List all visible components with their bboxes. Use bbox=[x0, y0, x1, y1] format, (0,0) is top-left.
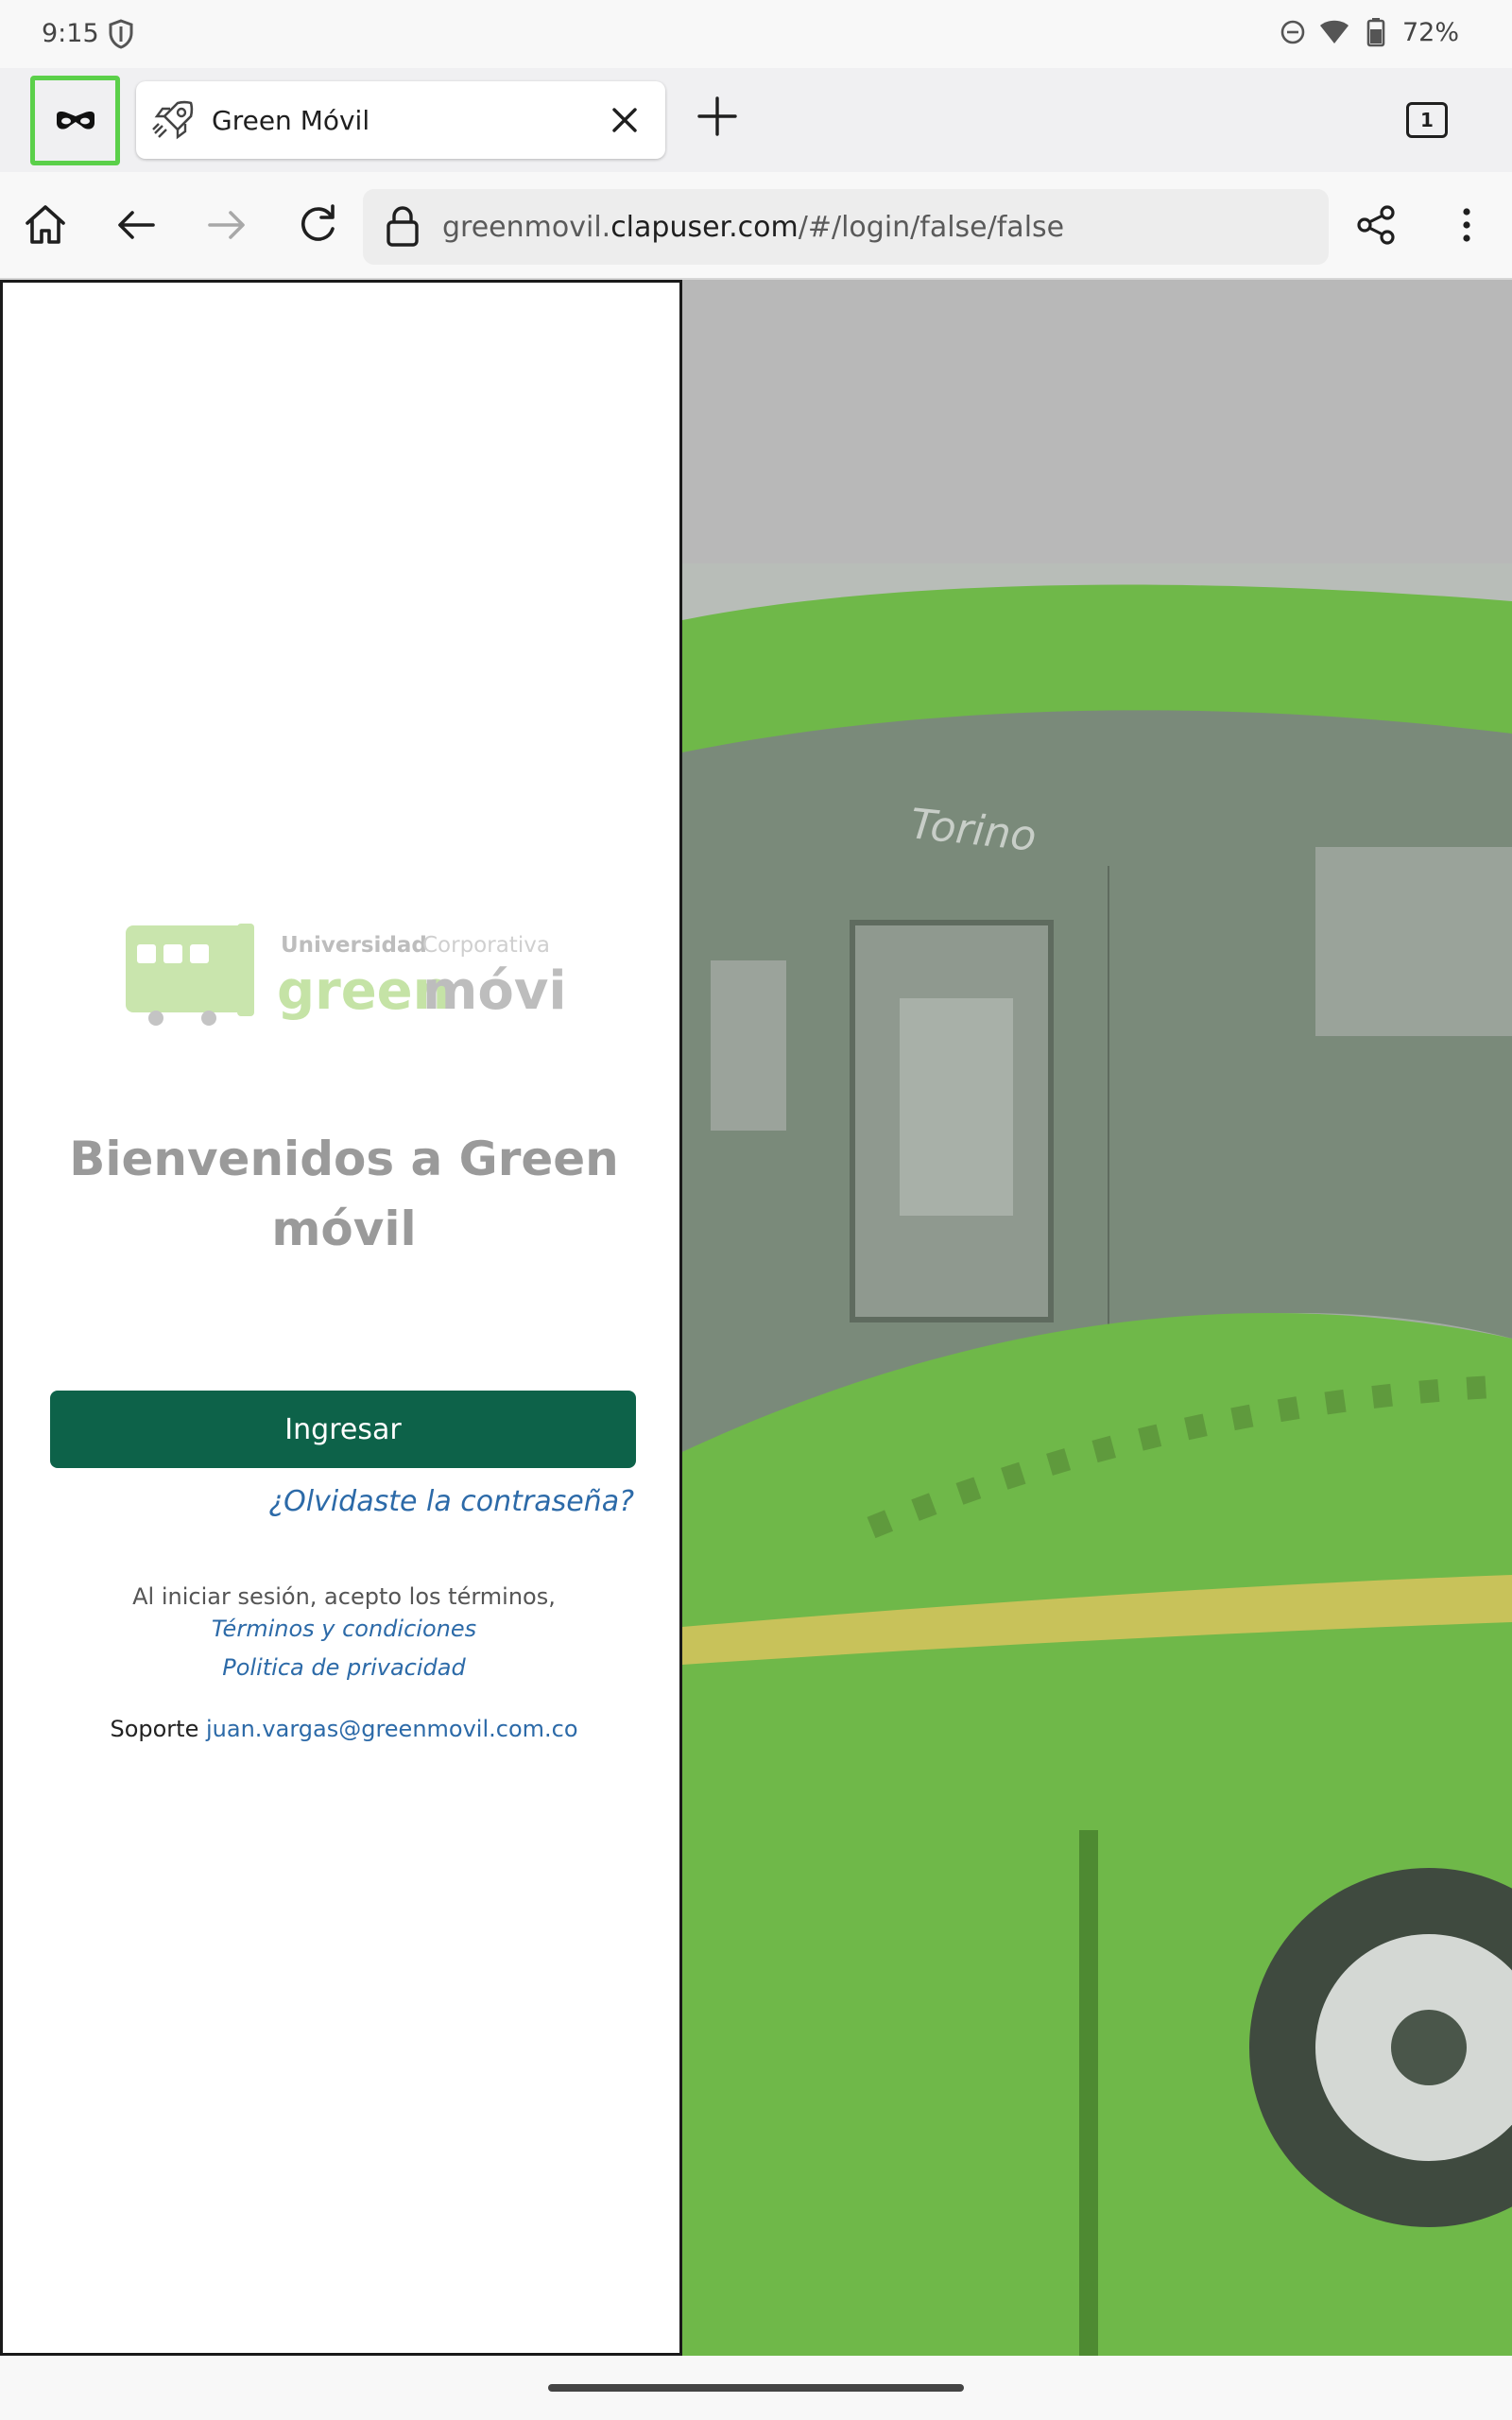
web-page: Universidad Corporativa green móvil Bien… bbox=[0, 280, 1512, 2360]
reload-icon[interactable] bbox=[293, 200, 342, 250]
home-icon[interactable] bbox=[21, 200, 70, 250]
battery-icon bbox=[1366, 18, 1385, 47]
close-icon[interactable] bbox=[607, 102, 643, 138]
tab-bar: Green Móvil 1 bbox=[0, 68, 1512, 172]
forgot-password-link[interactable]: ¿Olvidaste la contraseña? bbox=[268, 1485, 634, 1518]
home-gesture-handle[interactable] bbox=[548, 2384, 964, 2392]
login-panel: Universidad Corporativa green móvil Bien… bbox=[0, 280, 682, 2356]
battery-percentage: 72% bbox=[1401, 17, 1459, 47]
support-email-link[interactable]: juan.vargas@greenmovil.com.co bbox=[206, 1716, 578, 1742]
terms-link[interactable]: Términos y condiciones bbox=[3, 1616, 685, 1642]
url-domain-prefix: greenmovil. bbox=[442, 210, 611, 244]
share-icon[interactable] bbox=[1351, 200, 1400, 250]
status-right-group: 72% bbox=[1280, 17, 1459, 47]
rocket-icon bbox=[152, 100, 194, 140]
url-text: greenmovil.clapuser.com/#/login/false/fa… bbox=[442, 211, 1064, 244]
green-movil-logo: Universidad Corporativa green móvil bbox=[126, 924, 568, 1026]
support-label: Soporte bbox=[110, 1716, 199, 1742]
login-button[interactable]: Ingresar bbox=[50, 1391, 636, 1468]
tab-title: Green Móvil bbox=[212, 104, 370, 136]
back-icon[interactable] bbox=[112, 200, 161, 250]
dnd-icon bbox=[1280, 20, 1305, 44]
shield-icon bbox=[109, 19, 133, 49]
logo-universidad-text: Universidad bbox=[281, 933, 427, 958]
new-tab-button[interactable] bbox=[696, 95, 739, 138]
hero-bus-image: Torino bbox=[682, 563, 1512, 2360]
wifi-icon bbox=[1319, 20, 1349, 43]
url-field[interactable]: greenmovil.clapuser.com/#/login/false/fa… bbox=[363, 189, 1329, 265]
logo-corporativa-text: Corporativa bbox=[422, 933, 550, 958]
tab-green-movil[interactable]: Green Móvil bbox=[136, 81, 665, 159]
lock-icon[interactable] bbox=[384, 205, 421, 249]
private-mode-button[interactable] bbox=[30, 76, 120, 165]
address-bar: greenmovil.clapuser.com/#/login/false/fa… bbox=[0, 172, 1512, 280]
logo-movil-text: móvil bbox=[422, 960, 568, 1022]
tab-counter-button[interactable]: 1 bbox=[1406, 102, 1448, 138]
url-domain: clapuser.com bbox=[610, 210, 799, 244]
menu-icon[interactable] bbox=[1442, 200, 1491, 250]
status-time: 9:15 bbox=[42, 19, 99, 48]
privacy-link[interactable]: Politica de privacidad bbox=[3, 1654, 685, 1681]
url-path: /#/login/false/false bbox=[798, 210, 1065, 244]
forward-icon[interactable] bbox=[202, 200, 251, 250]
terms-intro-text: Al iniciar sesión, acepto los términos, bbox=[132, 1583, 556, 1610]
mask-icon bbox=[56, 111, 94, 130]
status-bar: 9:15 72% bbox=[0, 0, 1512, 68]
gesture-bar bbox=[0, 2356, 1512, 2420]
welcome-heading: Bienvenidos a Green móvil bbox=[69, 1132, 619, 1256]
support-line: Soporte juan.vargas@greenmovil.com.co bbox=[3, 1716, 685, 1742]
